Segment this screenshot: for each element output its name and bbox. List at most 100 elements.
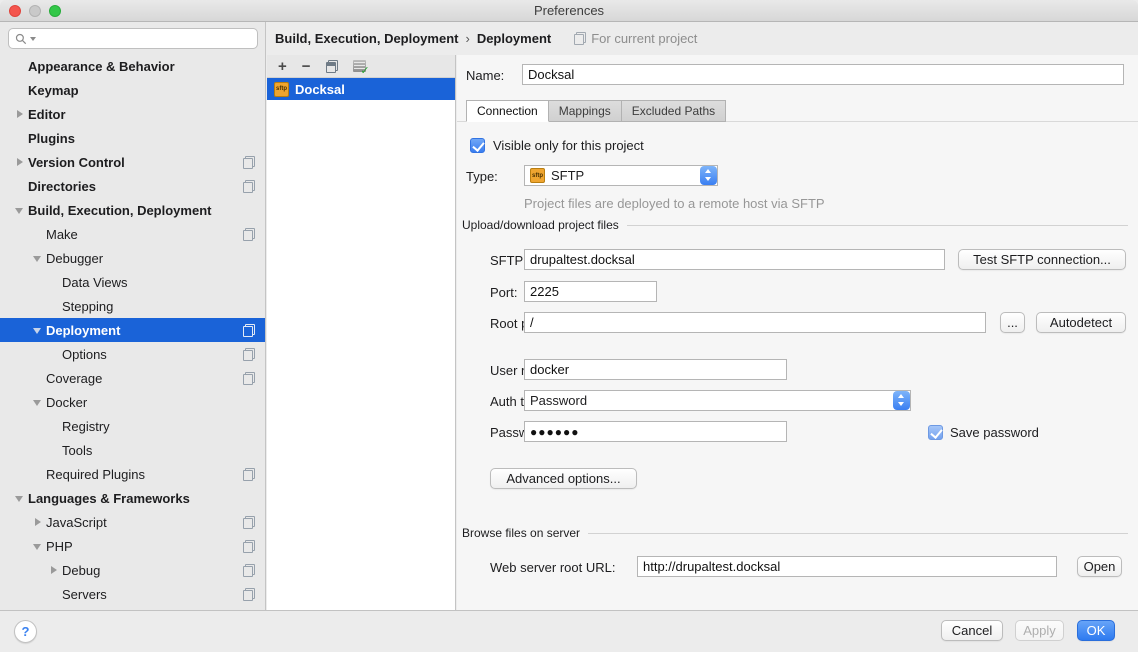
search-filter-caret-icon[interactable] [30,37,36,41]
sidebar-item-options[interactable]: Options [0,342,265,366]
sidebar-item-label: Registry [62,419,110,434]
sidebar-item-registry[interactable]: Registry [0,414,265,438]
root-path-input[interactable] [524,312,986,333]
tab-mappings[interactable]: Mappings [548,100,622,122]
arrow-spacer [46,582,62,606]
name-input[interactable] [522,64,1124,85]
chevron-down-icon[interactable] [30,318,46,342]
sidebar-item-build-execution-deployment[interactable]: Build, Execution, Deployment [0,198,265,222]
sidebar-item-label: Editor [28,107,66,122]
auth-type-dropdown[interactable]: Password [524,390,911,411]
server-list-item-docksal[interactable]: sftp Docksal [267,78,455,100]
sidebar-item-debugger[interactable]: Debugger [0,246,265,270]
sidebar-item-coverage[interactable]: Coverage [0,366,265,390]
minimize-button[interactable] [29,5,41,17]
use-as-default-server-button[interactable] [353,60,366,72]
project-level-icon [243,564,255,577]
chevron-down-icon[interactable] [30,246,46,270]
sidebar-item-label: Appearance & Behavior [28,59,175,74]
ok-button[interactable]: OK [1077,620,1115,641]
advanced-options-button[interactable]: Advanced options... [490,468,637,489]
sidebar-item-label: Make [46,227,78,242]
browse-section-header: Browse files on server [462,525,1128,541]
sidebar-item-servers[interactable]: Servers [0,582,265,606]
sidebar-item-editor[interactable]: Editor [0,102,265,126]
chevron-right-icon[interactable] [12,102,28,126]
autodetect-button[interactable]: Autodetect [1036,312,1126,333]
scope-indicator: For current project [574,31,697,46]
project-level-icon [243,348,255,361]
chevron-right-icon[interactable] [12,150,28,174]
breadcrumb-section[interactable]: Build, Execution, Deployment [275,31,458,46]
chevron-down-icon[interactable] [12,198,28,222]
sidebar-item-deployment-selected[interactable]: Deployment [0,318,265,342]
sidebar-item-php[interactable]: PHP [0,534,265,558]
apply-button[interactable]: Apply [1015,620,1064,641]
title-bar: Preferences [0,0,1138,22]
sidebar-item-label: Deployment [46,323,120,338]
project-level-icon [243,540,255,553]
sidebar-item-label: Build, Execution, Deployment [28,203,211,218]
search-input[interactable] [39,31,251,46]
search-box[interactable] [8,28,258,49]
save-password-checkbox[interactable] [928,425,943,440]
sidebar-item-tools[interactable]: Tools [0,438,265,462]
type-dropdown[interactable]: sftp SFTP [524,165,718,186]
sidebar-item-label: JavaScript [46,515,107,530]
visible-only-checkbox[interactable] [470,138,485,153]
sidebar-item-directories[interactable]: Directories [0,174,265,198]
sidebar-item-javascript[interactable]: JavaScript [0,510,265,534]
sidebar-item-plugins[interactable]: Plugins [0,126,265,150]
user-name-input[interactable] [524,359,787,380]
help-button[interactable]: ? [14,620,37,643]
web-root-input[interactable] [637,556,1057,577]
tab-connection[interactable]: Connection [466,100,549,122]
sftp-host-input[interactable] [524,249,945,270]
scope-label: For current project [591,31,697,46]
sidebar-item-keymap[interactable]: Keymap [0,78,265,102]
chevron-down-icon[interactable] [30,390,46,414]
dialog-footer: ? Cancel Apply OK [0,610,1138,652]
chevron-right-icon[interactable] [30,510,46,534]
dropdown-stepper-icon [893,391,910,410]
server-name: Docksal [295,82,345,97]
type-value: SFTP [551,168,584,183]
sidebar-item-version-control[interactable]: Version Control [0,150,265,174]
sidebar-item-label: Debug [62,563,100,578]
sidebar-item-stepping[interactable]: Stepping [0,294,265,318]
chevron-right-icon[interactable] [46,558,62,582]
close-button[interactable] [9,5,21,17]
password-input[interactable] [524,421,787,442]
browse-root-path-button[interactable]: ... [1000,312,1025,333]
arrow-spacer [30,462,46,486]
breadcrumb-page[interactable]: Deployment [477,31,551,46]
tab-excluded-paths[interactable]: Excluded Paths [621,100,726,122]
arrow-spacer [46,414,62,438]
remove-server-button[interactable]: − [302,59,311,74]
auth-type-value: Password [530,393,587,408]
arrow-spacer [30,222,46,246]
test-sftp-connection-button[interactable]: Test SFTP connection... [958,249,1126,270]
breadcrumb: Build, Execution, Deployment › Deploymen… [267,22,1138,55]
chevron-down-icon[interactable] [12,486,28,510]
zoom-button[interactable] [49,5,61,17]
open-button[interactable]: Open [1077,556,1122,577]
sidebar-item-data-views[interactable]: Data Views [0,270,265,294]
sidebar-item-label: Coverage [46,371,102,386]
duplicate-server-button[interactable] [326,60,338,73]
port-input[interactable] [524,281,657,302]
server-list-panel: + − sftp Docksal [267,55,456,610]
project-level-icon [574,32,586,45]
sidebar-item-label: PHP [46,539,73,554]
sidebar-item-required-plugins[interactable]: Required Plugins [0,462,265,486]
sidebar-item-docker[interactable]: Docker [0,390,265,414]
sidebar-item-languages-frameworks[interactable]: Languages & Frameworks [0,486,265,510]
tab-strip: Connection Mappings Excluded Paths [466,100,725,122]
sidebar-item-make[interactable]: Make [0,222,265,246]
chevron-down-icon[interactable] [30,534,46,558]
sidebar-item-debug[interactable]: Debug [0,558,265,582]
name-label: Name: [466,64,504,86]
sidebar-item-appearance-behavior[interactable]: Appearance & Behavior [0,54,265,78]
cancel-button[interactable]: Cancel [941,620,1003,641]
add-server-button[interactable]: + [278,59,287,74]
